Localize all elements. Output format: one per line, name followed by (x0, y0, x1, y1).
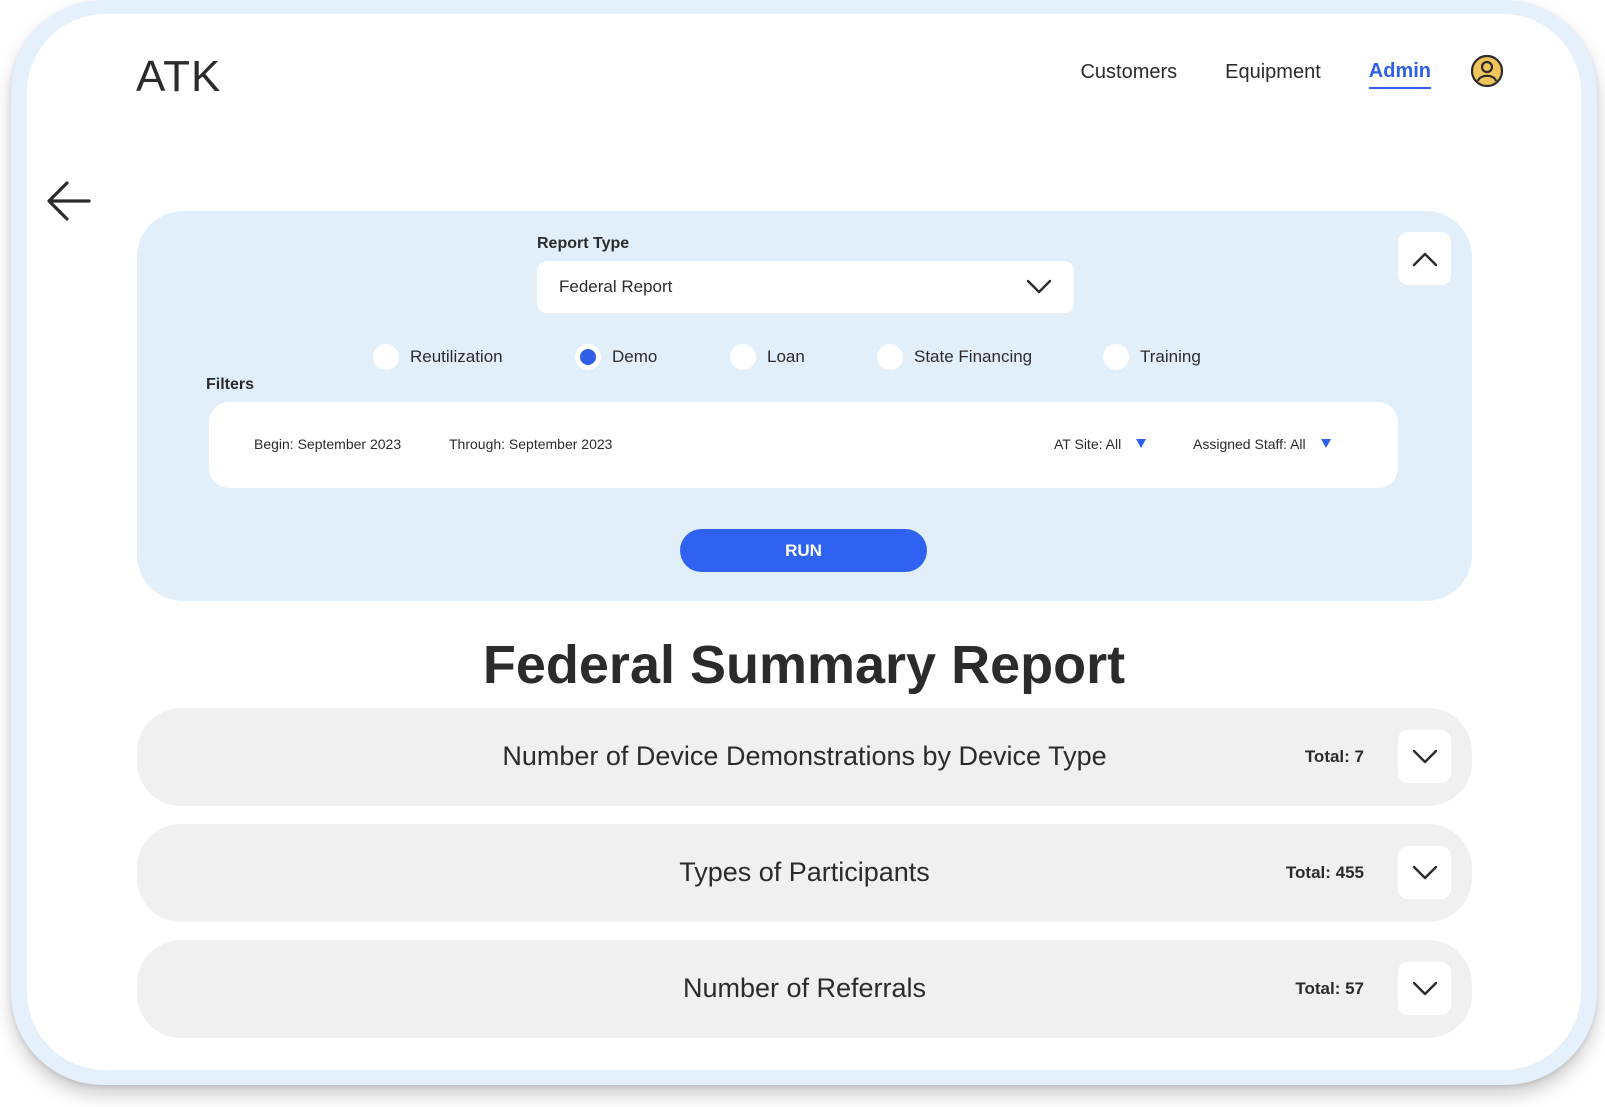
section-total: Total: 57 (1295, 979, 1364, 998)
through-date-filter[interactable]: Through: September 2023 (449, 436, 612, 452)
assigned-staff-filter[interactable]: Assigned Staff: All (1193, 436, 1331, 452)
section-title: Types of Participants (679, 857, 930, 887)
chevron-down-icon (1412, 749, 1437, 763)
section-total: Total: 455 (1285, 863, 1364, 882)
device-frame: ATK Customers Equipment Admin Report Typ… (11, 0, 1597, 1085)
section-participants[interactable]: Types of Participants Total: 455 (137, 824, 1472, 922)
report-type-label: Report Type (537, 235, 630, 252)
report-settings-panel: Report Type Federal Report Reutilization… (137, 211, 1472, 601)
report-title: Federal Summary Report (482, 635, 1126, 695)
user-circle-icon (1470, 54, 1504, 88)
filters-label: Filters (206, 376, 255, 393)
radio-dot (1103, 344, 1129, 370)
chevron-down-icon (1412, 865, 1437, 879)
radio-reutilization[interactable]: Reutilization (373, 344, 503, 370)
arrow-left-icon (47, 181, 91, 221)
report-type-select[interactable]: Federal Report (537, 261, 1074, 313)
chevron-down-icon (1026, 279, 1052, 294)
top-nav: Customers Equipment Admin (1080, 60, 1431, 89)
radio-training[interactable]: Training (1103, 344, 1201, 370)
nav-admin[interactable]: Admin (1368, 60, 1431, 89)
section-title: Number of Device Demonstrations by Devic… (502, 741, 1107, 771)
expand-section-button[interactable] (1398, 962, 1451, 1015)
section-title: Number of Referrals (682, 973, 927, 1003)
back-button[interactable] (45, 178, 93, 224)
user-profile-button[interactable] (1470, 54, 1504, 88)
app-logo: ATK (136, 52, 222, 101)
nav-customers[interactable]: Customers (1080, 61, 1177, 88)
triangle-down-icon (1136, 438, 1147, 448)
at-site-filter[interactable]: AT Site: All (1054, 436, 1147, 452)
expand-section-button[interactable] (1398, 730, 1451, 783)
radio-dot (373, 344, 399, 370)
section-device-demonstrations[interactable]: Number of Device Demonstrations by Devic… (137, 708, 1472, 806)
radio-loan[interactable]: Loan (730, 344, 805, 370)
radio-dot (730, 344, 756, 370)
begin-date-filter[interactable]: Begin: September 2023 (254, 436, 401, 452)
run-button[interactable]: RUN (680, 529, 927, 572)
radio-dot-checked (575, 344, 601, 370)
filters-box: Begin: September 2023 Through: September… (209, 402, 1398, 488)
radio-dot (877, 344, 903, 370)
app-screen: ATK Customers Equipment Admin Report Typ… (27, 14, 1581, 1070)
section-total: Total: 7 (1304, 747, 1364, 766)
report-type-value: Federal Report (559, 277, 673, 296)
chevron-down-icon (1412, 981, 1437, 995)
section-referrals[interactable]: Number of Referrals Total: 57 (137, 940, 1472, 1038)
nav-equipment[interactable]: Equipment (1225, 61, 1321, 88)
program-radio-group: Reutilization Demo Loan State Financing … (137, 344, 1472, 374)
expand-section-button[interactable] (1398, 846, 1451, 899)
triangle-down-icon (1320, 438, 1331, 448)
collapse-panel-button[interactable] (1398, 232, 1451, 285)
chevron-up-icon (1412, 252, 1437, 266)
radio-state-financing[interactable]: State Financing (877, 344, 1032, 370)
radio-demo[interactable]: Demo (575, 344, 657, 370)
